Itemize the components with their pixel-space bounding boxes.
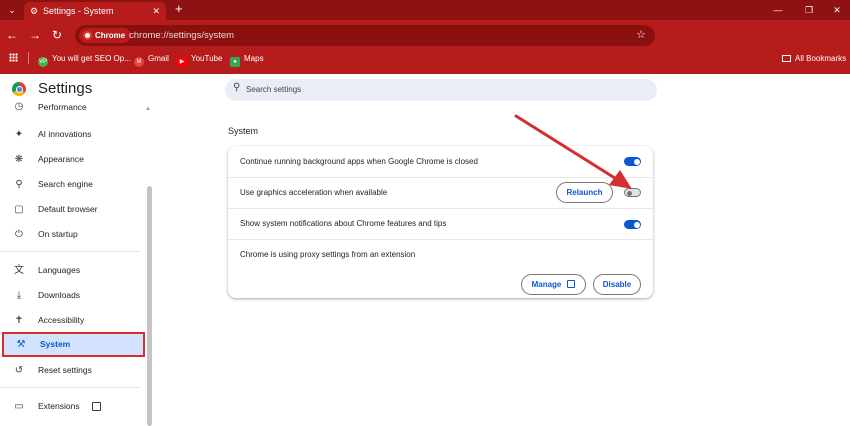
sidebar-divider: [0, 387, 140, 388]
annotation-arrow-icon: [514, 114, 632, 189]
minimize-icon[interactable]: —: [768, 2, 788, 18]
youtube-icon: ▶: [177, 57, 187, 67]
bookmark-gmail[interactable]: M Gmail: [134, 53, 169, 67]
chrome-logo-icon: [12, 82, 26, 96]
section-title: System: [228, 126, 259, 136]
row-system-notifications[interactable]: Show system notifications about Chrome f…: [228, 209, 653, 239]
tab-title: Settings - System: [43, 6, 114, 16]
sidebar-item-downloads[interactable]: ⤓ Downloads: [0, 283, 140, 308]
sidebar-item-search-engine[interactable]: ⚲ Search engine: [0, 172, 140, 197]
palette-icon: ❋: [14, 154, 24, 165]
sidebar-item-ai-innovations[interactable]: ✦ AI innovations: [0, 122, 140, 147]
system-notifications-toggle[interactable]: [624, 220, 641, 229]
sidebar-item-default-browser[interactable]: ▢ Default browser: [0, 197, 140, 222]
sidebar-item-appearance[interactable]: ❋ Appearance: [0, 147, 140, 172]
puzzle-icon: ▭: [14, 401, 24, 412]
search-icon: ⚲: [15, 179, 23, 190]
page-title: Settings: [38, 80, 93, 97]
reset-icon: ↺: [14, 365, 24, 376]
new-tab-button[interactable]: +: [175, 1, 183, 17]
sidebar-item-accessibility[interactable]: ✝ Accessibility: [0, 308, 140, 333]
tab-search-icon[interactable]: ⌄: [4, 2, 20, 18]
sidebar-item-performance[interactable]: ◷ Performance: [0, 97, 140, 117]
url-text[interactable]: chrome://settings/system: [129, 25, 234, 46]
tab-settings-system[interactable]: ⚙ Settings - System ✕: [24, 2, 166, 20]
power-icon: ⏻: [15, 229, 23, 240]
restore-icon[interactable]: ❐: [799, 2, 819, 18]
manage-proxy-button[interactable]: Manage: [521, 274, 586, 295]
search-input[interactable]: ⚲ Search settings: [225, 79, 657, 101]
sidebar-item-reset-settings[interactable]: ↺ Reset settings: [0, 358, 140, 383]
sidebar-item-system[interactable]: ⚒ System: [2, 332, 145, 357]
download-icon: ⤓: [16, 290, 22, 301]
sidebar-item-languages[interactable]: 文 Languages: [0, 258, 140, 283]
browser-window-icon: ▢: [14, 204, 24, 215]
bookmark-star-icon[interactable]: ☆: [636, 25, 646, 46]
maps-icon: ●: [230, 57, 240, 67]
performance-icon: ◷: [14, 101, 24, 112]
folder-icon: [782, 55, 791, 62]
vp-badge-icon: VP: [38, 57, 48, 67]
search-placeholder: Search settings: [246, 85, 302, 94]
bookmark-maps[interactable]: ● Maps: [230, 53, 264, 67]
address-bar[interactable]: Chrome chrome://settings/system ☆: [75, 25, 655, 46]
gmail-icon: M: [134, 57, 144, 67]
sidebar-scrollbar[interactable]: [147, 186, 152, 426]
all-bookmarks[interactable]: All Bookmarks: [782, 53, 846, 65]
scroll-up-icon[interactable]: ▲: [145, 106, 151, 112]
chrome-logo-icon: [83, 31, 92, 40]
close-icon[interactable]: ✕: [152, 2, 160, 20]
reload-icon[interactable]: ↻: [49, 27, 65, 43]
bookmark-youtube[interactable]: ▶ YouTube: [177, 53, 222, 67]
disable-proxy-button[interactable]: Disable: [593, 274, 641, 295]
back-icon[interactable]: ←: [4, 27, 20, 43]
site-chip[interactable]: Chrome: [79, 28, 132, 43]
settings-sidebar: ◷ Performance ✦ AI innovations ❋ Appearance…: [0, 100, 145, 426]
sparkle-icon: ✦: [14, 129, 24, 140]
bookmark-seo[interactable]: VP You will get SEO Op...: [38, 53, 131, 67]
wrench-icon: ⚒: [16, 339, 26, 350]
sidebar-item-on-startup[interactable]: ⏻ On startup: [0, 222, 140, 247]
translate-icon: 文: [14, 265, 24, 276]
window-close-icon[interactable]: ✕: [827, 2, 847, 18]
row-proxy-settings: Chrome is using proxy settings from an e…: [228, 240, 653, 298]
external-link-icon: [92, 402, 101, 411]
search-icon: ⚲: [233, 82, 241, 93]
sidebar-divider: [0, 251, 140, 252]
sidebar-item-extensions[interactable]: ▭ Extensions: [0, 394, 140, 419]
external-link-icon: [567, 280, 576, 288]
gear-icon: ⚙: [30, 6, 39, 16]
bookmarks-bar: VP You will get SEO Op... M Gmail ▶ YouTube…: [0, 48, 850, 70]
accessibility-icon: ✝: [14, 315, 24, 326]
chip-label: Chrome: [95, 31, 126, 40]
forward-icon[interactable]: →: [27, 27, 43, 43]
